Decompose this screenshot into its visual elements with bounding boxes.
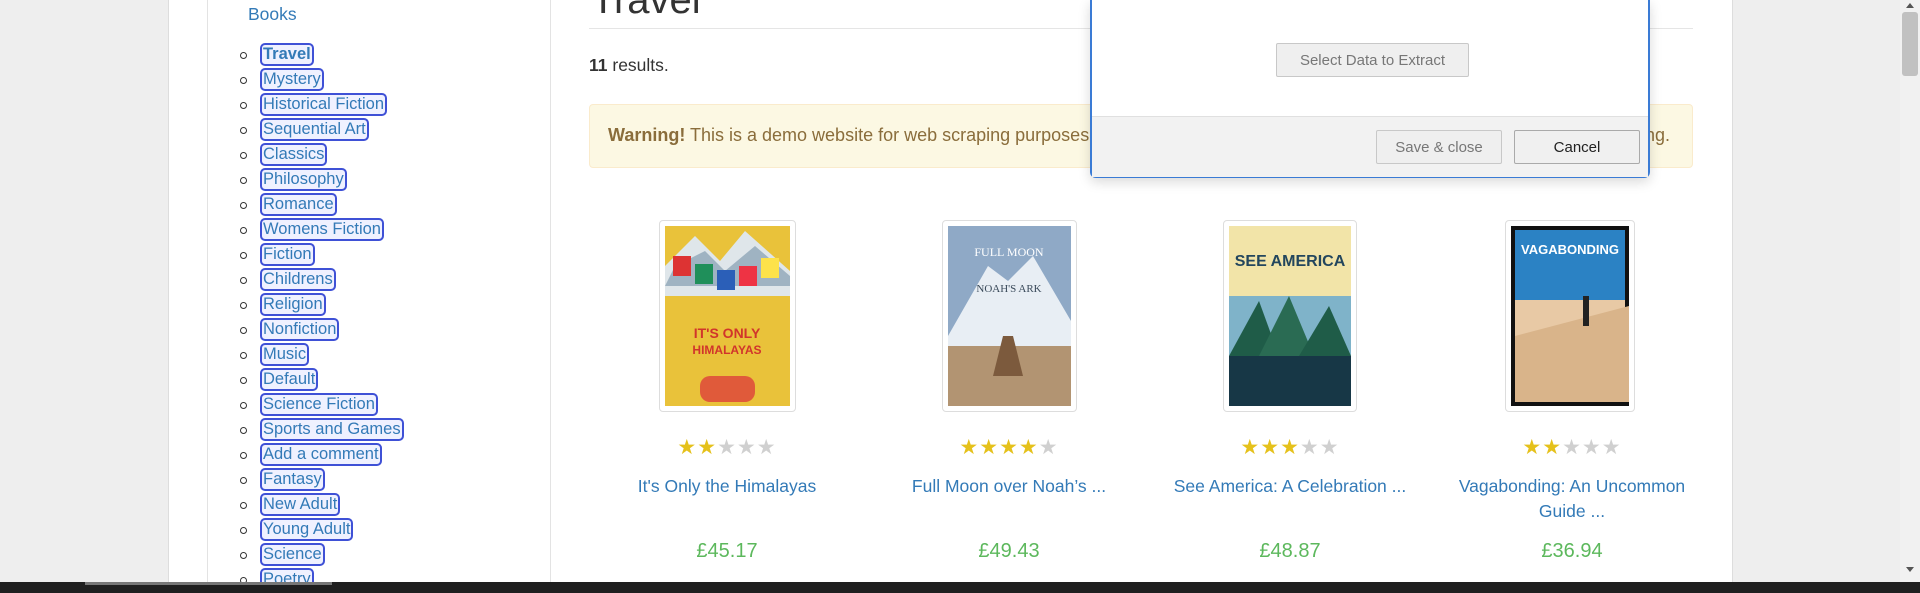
svg-text:HIMALAYAS: HIMALAYAS — [692, 343, 761, 357]
warning-message: This is a demo website for web scraping … — [685, 125, 1111, 145]
book-price: £36.94 — [1541, 540, 1603, 562]
book-cover-image: SEE AMERICA — [1229, 226, 1351, 406]
svg-text:IT'S ONLY: IT'S ONLY — [694, 325, 761, 341]
list-item: Classics — [208, 143, 404, 168]
book-cover[interactable]: IT'S ONLY HIMALAYAS — [659, 220, 796, 412]
list-item: Philosophy — [208, 168, 404, 193]
dialog-footer: Save & close Cancel — [1092, 116, 1648, 177]
save-close-button[interactable]: Save & close — [1376, 130, 1502, 164]
scroll-thumb[interactable] — [1902, 12, 1918, 76]
svg-text:VAGABONDING: VAGABONDING — [1521, 242, 1619, 257]
list-item: Fantasy — [208, 468, 404, 493]
results-label: results. — [607, 55, 669, 75]
category-link[interactable]: Sequential Art — [260, 118, 369, 141]
list-item: Mystery — [208, 68, 404, 93]
vertical-scrollbar[interactable] — [1900, 0, 1920, 582]
category-link[interactable]: Sports and Games — [260, 418, 404, 441]
svg-text:NOAH'S ARK: NOAH'S ARK — [976, 283, 1041, 295]
star-rating: ★★★★★ — [959, 436, 1059, 459]
star-rating: ★★★★★ — [1522, 436, 1622, 459]
page-title: Travel — [591, 0, 701, 22]
book-title-link[interactable]: See America: A Celebration ... — [1160, 474, 1420, 499]
book-title-link[interactable]: Full Moon over Noah’s ... — [879, 474, 1139, 499]
category-link[interactable]: Childrens — [260, 268, 336, 291]
category-link[interactable]: Travel — [260, 43, 314, 66]
list-item: New Adult — [208, 493, 404, 518]
book-cover-image: IT'S ONLY HIMALAYAS — [665, 226, 790, 406]
category-link[interactable]: Historical Fiction — [260, 93, 388, 116]
select-data-button[interactable]: Select Data to Extract — [1276, 43, 1469, 77]
taskbar — [0, 582, 1920, 593]
cancel-button[interactable]: Cancel — [1514, 130, 1640, 164]
category-link[interactable]: Fantasy — [260, 468, 325, 491]
book-cover[interactable]: VAGABONDING — [1505, 220, 1635, 412]
extract-dialog: Select Data to Extract Save & close Canc… — [1090, 0, 1650, 178]
category-list: Travel Mystery Historical Fiction Sequen… — [208, 43, 404, 582]
list-item: Childrens — [208, 268, 404, 293]
list-item: Womens Fiction — [208, 218, 404, 243]
warning-text: Warning! This is a demo website for web … — [608, 125, 1110, 146]
category-link[interactable]: Science — [260, 543, 325, 566]
category-link[interactable]: Poetry — [260, 568, 314, 582]
list-item: Add a comment — [208, 443, 404, 468]
book-cover-image: FULL MOON NOAH'S ARK — [948, 226, 1071, 406]
warning-strong: Warning! — [608, 125, 686, 145]
star-rating: ★★★★★ — [677, 436, 777, 459]
book-cover[interactable]: SEE AMERICA — [1223, 220, 1357, 412]
scroll-down-arrow-icon[interactable] — [1906, 567, 1914, 572]
category-link[interactable]: Default — [260, 368, 319, 391]
svg-text:FULL MOON: FULL MOON — [974, 245, 1044, 259]
book-cover-image: VAGABONDING — [1511, 226, 1629, 406]
category-link[interactable]: Young Adult — [260, 518, 354, 541]
book-title-link[interactable]: It's Only the Himalayas — [597, 474, 857, 499]
books-link[interactable]: Books — [248, 4, 297, 25]
list-item: Religion — [208, 293, 404, 318]
book-price: £49.43 — [978, 540, 1040, 562]
list-item: Music — [208, 343, 404, 368]
list-item: Historical Fiction — [208, 93, 404, 118]
list-item: Poetry — [208, 568, 404, 582]
book-price: £48.87 — [1259, 540, 1321, 562]
category-link[interactable]: Science Fiction — [260, 393, 378, 416]
list-item: Fiction — [208, 243, 404, 268]
list-item: Science Fiction — [208, 393, 404, 418]
svg-text:SEE AMERICA: SEE AMERICA — [1235, 253, 1346, 270]
list-item: Default — [208, 368, 404, 393]
category-link[interactable]: Classics — [260, 143, 328, 166]
list-item: Sports and Games — [208, 418, 404, 443]
category-link[interactable]: Womens Fiction — [260, 218, 384, 241]
book-title-link[interactable]: Vagabonding: An Uncommon Guide ... — [1442, 474, 1702, 524]
list-item: Young Adult — [208, 518, 404, 543]
category-link[interactable]: Fiction — [260, 243, 315, 266]
star-rating: ★★★★★ — [1240, 436, 1340, 459]
category-link[interactable]: Nonfiction — [260, 318, 340, 341]
sidebar: Books Travel Mystery Historical Fiction … — [207, 0, 551, 583]
book-price: £45.17 — [696, 540, 758, 562]
list-item: Science — [208, 543, 404, 568]
category-link[interactable]: Add a comment — [260, 443, 382, 466]
taskbar-active-indicator — [85, 582, 332, 585]
category-link[interactable]: Philosophy — [260, 168, 347, 191]
results-count: 11 results. — [589, 55, 669, 76]
list-item: Travel — [208, 43, 404, 68]
book-cover[interactable]: FULL MOON NOAH'S ARK — [942, 220, 1077, 412]
category-link[interactable]: Religion — [260, 293, 326, 316]
scroll-up-arrow-icon[interactable] — [1906, 3, 1914, 8]
list-item: Sequential Art — [208, 118, 404, 143]
list-item: Nonfiction — [208, 318, 404, 343]
results-number: 11 — [589, 55, 608, 75]
category-link[interactable]: Music — [260, 343, 310, 366]
list-item: Romance — [208, 193, 404, 218]
category-link[interactable]: Romance — [260, 193, 337, 216]
category-link[interactable]: New Adult — [260, 493, 341, 516]
category-link[interactable]: Mystery — [260, 68, 324, 91]
